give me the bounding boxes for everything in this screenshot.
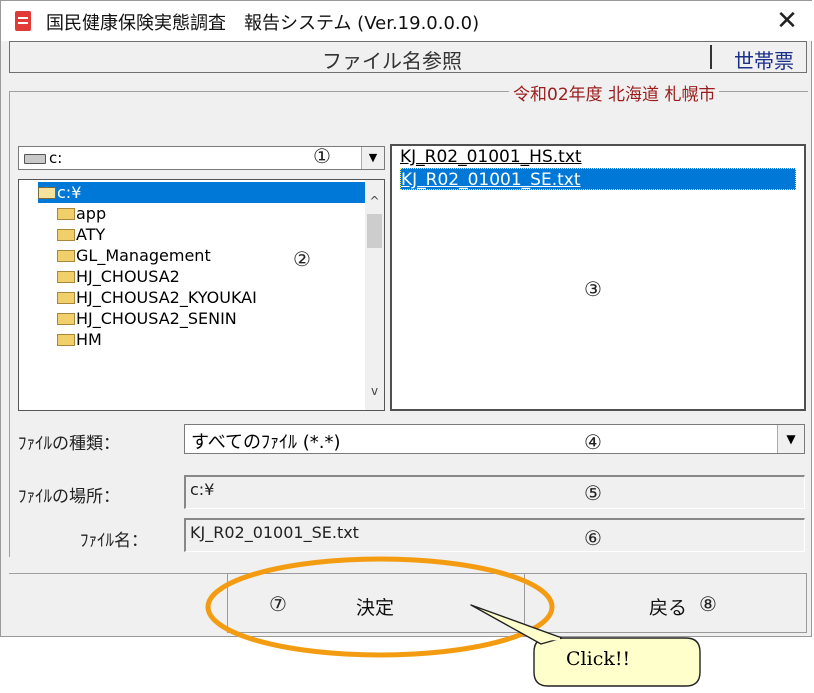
marker-8: ⑧ bbox=[699, 592, 717, 616]
marker-1: ① bbox=[313, 144, 331, 168]
list-item[interactable]: GL_Management bbox=[57, 245, 211, 266]
scroll-down-icon[interactable]: v bbox=[365, 384, 384, 402]
form-name: 世帯票 bbox=[734, 49, 794, 73]
folder-icon bbox=[57, 208, 75, 220]
marker-3: ③ bbox=[584, 277, 602, 301]
list-item[interactable]: HM bbox=[57, 329, 102, 350]
list-item[interactable]: c:¥ bbox=[38, 182, 368, 203]
group-label: 令和02年度 北海道 札幌市 bbox=[509, 80, 720, 105]
location-label: ﾌｧｲﾙの場所： bbox=[18, 487, 120, 507]
filetype-label: ﾌｧｲﾙの種類： bbox=[18, 434, 120, 454]
list-item[interactable]: ATY bbox=[57, 224, 105, 245]
list-item[interactable]: HJ_CHOUSA2_KYOUKAI bbox=[57, 287, 257, 308]
list-item[interactable]: HJ_CHOUSA2_SENIN bbox=[57, 308, 237, 329]
marker-5: ⑤ bbox=[584, 481, 602, 505]
header-bar: ファイル名参照 世帯票 bbox=[9, 41, 807, 73]
ok-button-label: 決定 bbox=[356, 597, 395, 619]
list-item[interactable]: KJ_R02_01001_SE.txt bbox=[400, 168, 796, 190]
marker-6: ⑥ bbox=[584, 526, 602, 550]
back-button-label: 戻る bbox=[649, 597, 688, 619]
file-dialog-window: 国民健康保険実態調査 報告システム (Ver.19.0.0.0) ✕ ファイル名… bbox=[0, 0, 813, 637]
folder-icon bbox=[57, 313, 75, 325]
list-item[interactable]: app bbox=[57, 203, 106, 224]
folder-icon bbox=[57, 292, 75, 304]
chevron-down-icon[interactable]: ▼ bbox=[361, 147, 384, 169]
marker-7: ⑦ bbox=[269, 592, 287, 616]
scroll-thumb[interactable] bbox=[367, 214, 382, 248]
directory-list[interactable]: c:¥ app ATY GL_Management HJ_CHOUSA2 HJ_… bbox=[18, 179, 385, 411]
drive-value: c: bbox=[49, 149, 63, 167]
title-bar: 国民健康保険実態調査 報告システム (Ver.19.0.0.0) ✕ bbox=[1, 1, 813, 41]
marker-4: ④ bbox=[584, 430, 602, 454]
drive-icon bbox=[24, 154, 46, 164]
scroll-up-icon[interactable]: ^ bbox=[365, 194, 384, 212]
list-item[interactable]: KJ_R02_01001_HS.txt bbox=[400, 146, 796, 168]
callout-label: Click!! bbox=[566, 648, 631, 670]
location-value: c:¥ bbox=[190, 480, 215, 499]
window-title: 国民健康保険実態調査 報告システム (Ver.19.0.0.0) bbox=[46, 13, 480, 34]
open-folder-icon bbox=[38, 187, 56, 199]
list-item[interactable]: HJ_CHOUSA2 bbox=[57, 266, 180, 287]
filetype-select[interactable]: すべてのﾌｧｲﾙ (*.*) ▼ bbox=[184, 424, 805, 454]
folder-icon bbox=[57, 229, 75, 241]
header-divider bbox=[710, 45, 712, 69]
chevron-down-icon[interactable]: ▼ bbox=[777, 425, 804, 453]
directory-scrollbar[interactable]: ^ v bbox=[365, 180, 384, 410]
folder-icon bbox=[57, 271, 75, 283]
filename-value: KJ_R02_01001_SE.txt bbox=[190, 523, 359, 542]
close-icon[interactable]: ✕ bbox=[761, 1, 813, 41]
app-icon bbox=[15, 11, 31, 31]
filetype-value: すべてのﾌｧｲﾙ (*.*) bbox=[191, 432, 341, 453]
page-title: ファイル名参照 bbox=[322, 49, 462, 73]
marker-2: ② bbox=[293, 247, 311, 271]
filename-label: ﾌｧｲﾙ名： bbox=[80, 531, 148, 551]
location-field: c:¥ bbox=[184, 475, 805, 509]
back-button[interactable]: 戻る bbox=[525, 573, 807, 633]
folder-icon bbox=[57, 250, 75, 262]
filename-field: KJ_R02_01001_SE.txt bbox=[184, 518, 805, 552]
folder-icon bbox=[57, 334, 75, 346]
